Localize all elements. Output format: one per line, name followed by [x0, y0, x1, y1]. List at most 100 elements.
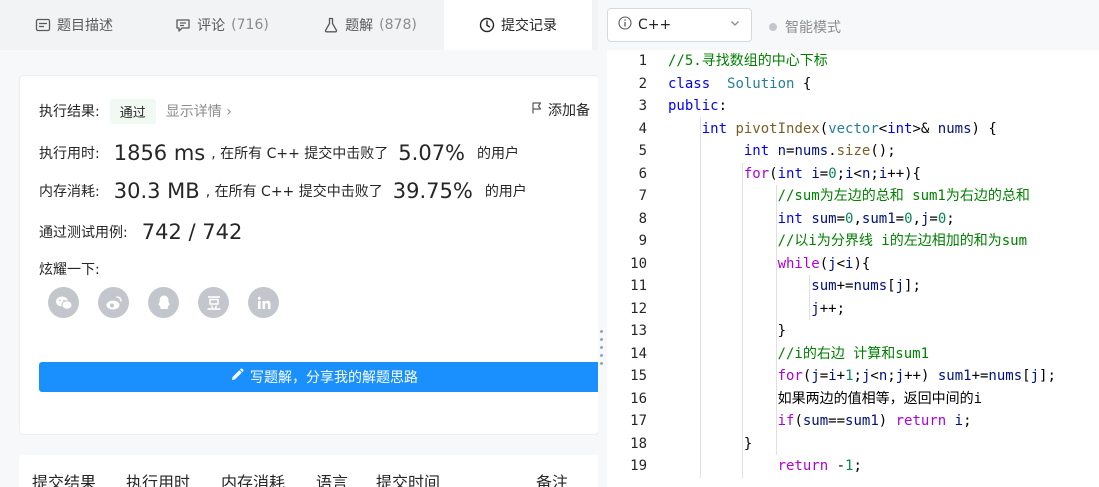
status-dot-icon	[769, 23, 777, 31]
tab-label: 题解	[345, 18, 374, 34]
submissions-table-header: 提交结果 执行用时 内存消耗 语言 提交时间 备注	[19, 455, 598, 487]
result-label: 执行结果:	[39, 104, 100, 120]
code-line: while(j<i){	[777, 255, 871, 272]
language-select[interactable]: C++	[607, 8, 752, 42]
runtime-mid: , 在所有 C++ 提交中击败了	[211, 146, 389, 162]
line-number: 1	[638, 53, 647, 69]
code-line: }	[777, 323, 787, 339]
code-line: class Solution {	[668, 75, 812, 92]
runtime-row: 执行用时: 1856 ms , 在所有 C++ 提交中击败了 5.07% 的用户	[39, 138, 519, 168]
code-line: int pivotIndex(vector<int>& nums) {	[701, 120, 997, 137]
line-number: 11	[630, 278, 647, 294]
line-number: 16	[630, 390, 647, 407]
code-line: //i的右边 计算和sum1	[777, 345, 930, 362]
code-line: 如果两边的值相等，返回中间的i	[777, 390, 983, 407]
col-runtime[interactable]: 执行用时	[126, 469, 190, 487]
tests-label: 通过测试用例:	[39, 225, 128, 241]
show-detail-text: 显示详情	[165, 104, 222, 120]
linkedin-icon[interactable]	[248, 287, 279, 318]
left-panel: 题目描述 评论 (716) 题解 (878) 提交记录 执行结果: 通过 显示详…	[0, 0, 598, 487]
line-number: 7	[638, 188, 647, 204]
code-line: int sum=0,sum1=0,j=0;	[777, 210, 955, 227]
runtime-label: 执行用时:	[39, 146, 100, 162]
line-number: 6	[638, 165, 647, 182]
tab-submissions[interactable]: 提交记录	[444, 0, 592, 50]
smart-mode-toggle[interactable]: 智能模式	[769, 17, 841, 37]
tab-comments[interactable]: 评论 (716)	[148, 0, 296, 50]
panel-resize-handle[interactable]	[598, 0, 607, 487]
description-icon	[35, 17, 51, 33]
wechat-icon[interactable]	[48, 287, 79, 318]
line-number: 15	[630, 368, 647, 384]
code-line: int n=nums.size();	[743, 143, 896, 159]
code-editor-panel: C++ 智能模式 1 2 3 4 5 6 7 8 9 10 11 12 13 14 15 16 17 18 19 /…	[607, 0, 1099, 487]
memory-row: 内存消耗: 30.3 MB , 在所有 C++ 提交中击败了 39.75% 的用…	[39, 176, 527, 206]
code-line: //5.寻找数组的中心下标	[668, 53, 828, 69]
flask-icon	[323, 17, 339, 33]
code-line: //sum为左边的总和 sum1为右边的总和	[777, 188, 1030, 204]
chevron-right-icon: ›	[226, 104, 232, 120]
line-number: 2	[638, 75, 647, 92]
tab-label: 提交记录	[501, 18, 557, 34]
memory-suffix: 的用户	[484, 184, 527, 200]
line-number: 18	[630, 435, 647, 452]
tab-count: (716)	[231, 17, 269, 33]
runtime-suffix: 的用户	[477, 146, 520, 162]
col-memory[interactable]: 内存消耗	[221, 469, 285, 487]
code-line: for(j=i+1;j<n;j++) sum1+=nums[j];	[777, 368, 1056, 384]
col-result[interactable]: 提交结果	[32, 469, 96, 487]
comment-icon	[175, 17, 191, 33]
line-number: 9	[638, 233, 647, 249]
tab-solutions[interactable]: 题解 (878)	[296, 0, 444, 50]
col-submit-time[interactable]: 提交时间	[376, 469, 440, 487]
pencil-icon	[230, 368, 244, 386]
editor-toolbar: C++ 智能模式	[607, 0, 1099, 50]
clock-icon	[479, 17, 495, 33]
runtime-value: 1856 ms	[113, 141, 206, 165]
code-line: //以i为分界线 i的左边相加的和为sum	[777, 233, 1028, 249]
code-line: j++;	[811, 300, 846, 317]
line-number: 3	[638, 98, 647, 114]
col-language[interactable]: 语言	[316, 469, 348, 487]
code-line: public:	[668, 98, 728, 114]
chevron-down-icon	[729, 17, 741, 33]
code-line: if(sum==sum1) return i;	[777, 413, 972, 429]
code-line: for(int i=0;i<n;i++){	[743, 165, 921, 182]
code-line: return -1;	[777, 458, 862, 474]
qq-icon[interactable]	[148, 287, 179, 318]
col-note[interactable]: 备注	[536, 469, 568, 487]
add-note-label: 添加备	[548, 103, 590, 119]
share-row: 炫耀一下:	[39, 258, 100, 280]
line-number: 19	[630, 458, 647, 474]
write-solution-button[interactable]: 写题解，分享我的解题思路	[39, 362, 598, 392]
tab-label: 题目描述	[57, 18, 113, 34]
line-number: 14	[630, 345, 647, 362]
line-number: 12	[630, 300, 647, 317]
line-number-gutter: 1 2 3 4 5 6 7 8 9 10 11 12 13 14 15 16 17 18 19	[607, 50, 662, 487]
tab-bar: 题目描述 评论 (716) 题解 (878) 提交记录	[0, 0, 598, 50]
code-line: }	[743, 435, 753, 452]
tab-label: 评论	[197, 18, 226, 34]
runtime-percent: 5.07%	[398, 141, 466, 165]
app-root: 题目描述 评论 (716) 题解 (878) 提交记录 执行结果: 通过 显示详…	[0, 0, 1099, 487]
tests-row: 通过测试用例: 742 / 742	[39, 217, 242, 247]
smart-mode-label: 智能模式	[785, 20, 841, 36]
flag-icon	[530, 101, 544, 119]
code-area[interactable]: //5.寻找数组的中心下标 class Solution { public: int…	[668, 50, 1099, 487]
show-detail-link[interactable]: 显示详情 ›	[166, 101, 232, 121]
line-number: 17	[630, 413, 647, 429]
line-number: 4	[638, 120, 647, 137]
result-row: 执行结果: 通过 显示详情 ›	[39, 98, 232, 124]
info-icon	[618, 16, 632, 34]
memory-label: 内存消耗:	[39, 184, 100, 200]
tab-description[interactable]: 题目描述	[0, 0, 148, 50]
write-solution-label: 写题解，分享我的解题思路	[250, 370, 418, 386]
tests-value: 742 / 742	[141, 220, 243, 244]
memory-value: 30.3 MB	[113, 179, 200, 203]
share-label: 炫耀一下:	[39, 262, 100, 278]
code-line: sum+=nums[j];	[811, 278, 921, 294]
weibo-icon[interactable]	[98, 287, 129, 318]
douban-icon[interactable]	[198, 287, 229, 318]
language-value: C++	[638, 17, 672, 33]
add-note-button[interactable]: 添加备	[530, 100, 590, 120]
